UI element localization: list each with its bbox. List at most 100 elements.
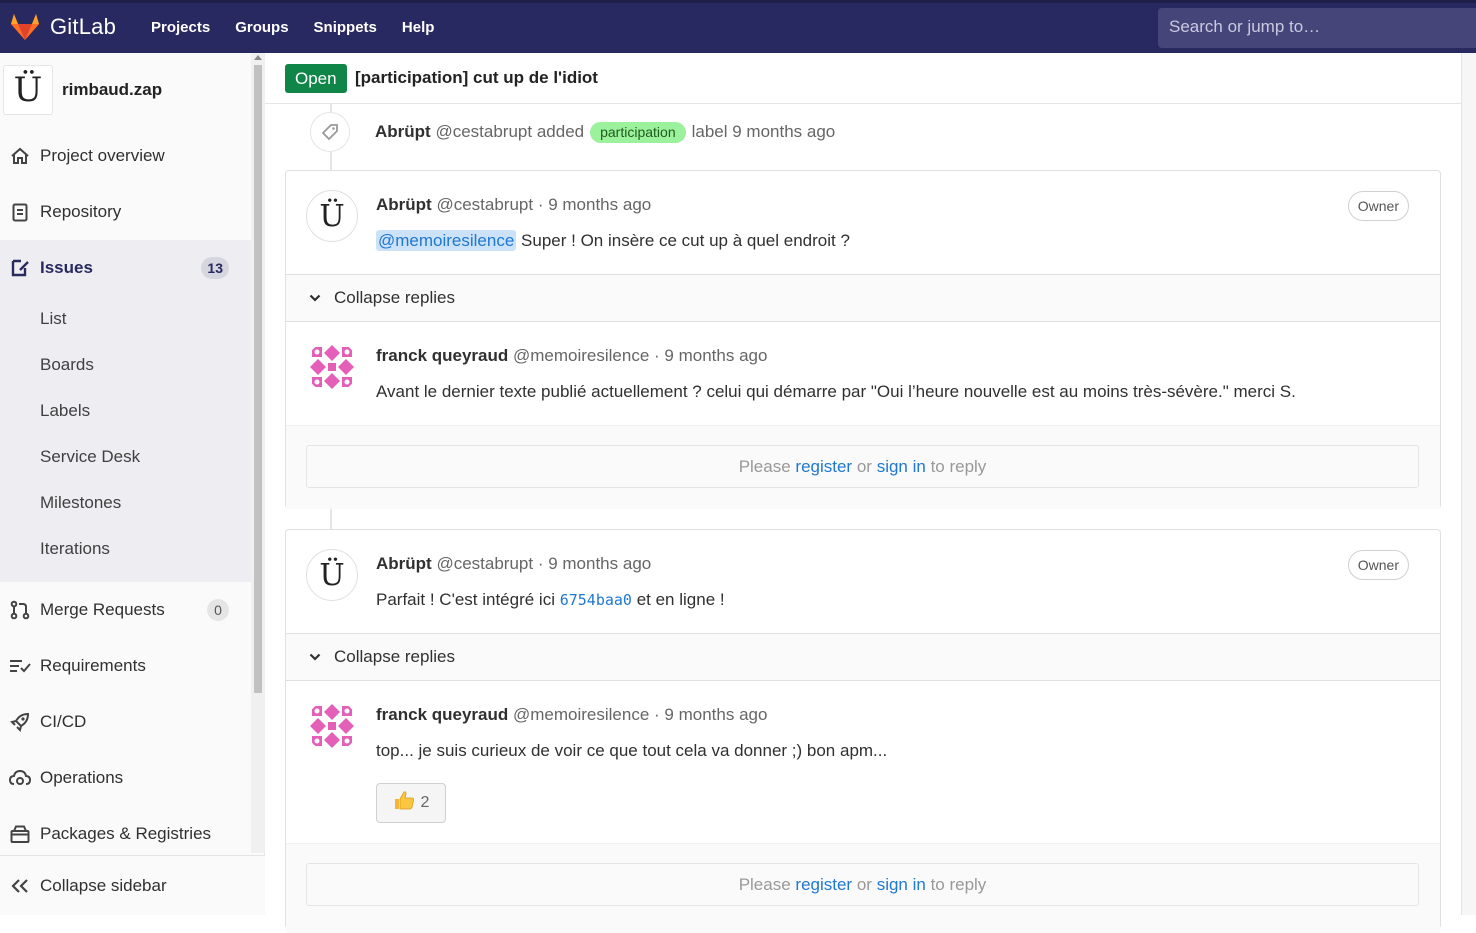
- label-badge[interactable]: participation: [590, 121, 686, 143]
- reply-prompt-text: or: [856, 874, 872, 894]
- note-author-handle[interactable]: @cestabrupt: [435, 122, 532, 142]
- sidebar-item-label: Requirements: [40, 656, 146, 675]
- sidebar-item-issues[interactable]: Issues 13: [0, 255, 251, 281]
- note-text: top... je suis curieux de voir ce que to…: [376, 741, 888, 760]
- note-body: @memoiresilence Super ! On insère ce cut…: [376, 230, 850, 251]
- reply-prompt-text: or: [856, 456, 872, 476]
- reply-placeholder-area: Please register or sign in to reply: [286, 425, 1440, 509]
- chevron-down-icon: [309, 294, 321, 302]
- reply-note: franck queyraud @memoiresilence · 9 mont…: [286, 322, 1440, 425]
- tag-icon: [310, 112, 350, 152]
- avatar[interactable]: [306, 341, 358, 393]
- sidebar-subitem-list[interactable]: List: [40, 309, 66, 329]
- reply-placeholder: Please register or sign in to reply: [306, 863, 1419, 906]
- nav-groups[interactable]: Groups: [235, 19, 288, 36]
- note-timestamp[interactable]: · 9 months ago: [654, 346, 767, 365]
- sidebar-item-project-overview[interactable]: Project overview: [0, 143, 251, 169]
- nav-projects[interactable]: Projects: [151, 19, 210, 36]
- nav-snippets[interactable]: Snippets: [314, 19, 377, 36]
- scroll-up-arrow-icon[interactable]: [254, 55, 262, 60]
- cloud-gear-icon: [9, 767, 31, 789]
- owner-badge: Owner: [1347, 550, 1409, 580]
- sidebar-item-label: CI/CD: [40, 712, 87, 731]
- sidebar-item-operations[interactable]: Operations: [0, 765, 251, 791]
- register-link[interactable]: register: [795, 875, 852, 895]
- note-text: Super ! On insère ce cut up à quel endro…: [521, 231, 850, 250]
- sign-in-link[interactable]: sign in: [877, 457, 926, 477]
- note-author-handle[interactable]: @memoiresilence: [513, 705, 649, 724]
- note-timestamp[interactable]: · 9 months ago: [654, 705, 767, 724]
- reply-placeholder-area: Please register or sign in to reply: [286, 843, 1440, 933]
- note-body: Parfait ! C'est intégré ici 6754baa0 et …: [376, 590, 725, 610]
- collapse-replies-button[interactable]: Collapse replies: [286, 633, 1440, 681]
- brand-name: GitLab: [50, 14, 117, 39]
- sidebar-item-merge-requests[interactable]: Merge Requests 0: [0, 597, 251, 623]
- reply-prompt-text: to reply: [930, 874, 987, 894]
- note-author-handle[interactable]: @cestabrupt: [436, 554, 533, 573]
- issue-status-badge: Open: [285, 64, 347, 93]
- note-author[interactable]: Abrüpt: [376, 554, 432, 573]
- note-text: Parfait ! C'est intégré ici: [376, 590, 555, 609]
- sidebar-subitem-milestones[interactable]: Milestones: [40, 493, 121, 513]
- reply-placeholder: Please register or sign in to reply: [306, 445, 1419, 488]
- project-header[interactable]: Ü rimbaud.zap: [0, 53, 251, 127]
- collapse-replies-button[interactable]: Collapse replies: [286, 274, 1440, 322]
- avatar[interactable]: Ü: [306, 190, 358, 242]
- collapse-replies-label: Collapse replies: [334, 288, 455, 307]
- nav-help[interactable]: Help: [402, 19, 435, 36]
- commit-link[interactable]: 6754baa0: [560, 591, 632, 609]
- user-mention[interactable]: @memoiresilence: [376, 230, 517, 251]
- sidebar-item-label: Repository: [40, 202, 122, 221]
- collapse-sidebar-label: Collapse sidebar: [40, 875, 167, 895]
- register-link[interactable]: register: [795, 457, 852, 477]
- sidebar-item-label: Project overview: [40, 146, 165, 165]
- project-sidebar: Ü rimbaud.zap Project overview Repositor…: [0, 53, 265, 915]
- project-name: rimbaud.zap: [62, 80, 163, 99]
- note-author[interactable]: Abrüpt: [375, 122, 431, 142]
- sidebar-subitem-iterations[interactable]: Iterations: [40, 539, 110, 559]
- avatar[interactable]: Ü: [306, 549, 358, 601]
- gitlab-home-link[interactable]: GitLab: [10, 13, 116, 41]
- reply-prompt-text: to reply: [930, 456, 987, 476]
- discussion-note: Ü Abrüpt @cestabrupt · 9 months ago Owne…: [286, 171, 1440, 274]
- owner-badge: Owner: [1347, 191, 1409, 221]
- issue-title: [participation] cut up de l'idiot: [355, 68, 598, 87]
- thumbs-up-award-button[interactable]: 2: [376, 783, 446, 823]
- search-input[interactable]: Search or jump to…: [1158, 8, 1476, 48]
- sidebar-subitem-service-desk[interactable]: Service Desk: [40, 447, 140, 467]
- note-author-handle[interactable]: @memoiresilence: [513, 346, 649, 365]
- sidebar-subitem-boards[interactable]: Boards: [40, 355, 94, 375]
- sign-in-link[interactable]: sign in: [877, 875, 926, 895]
- discussion-note: Ü Abrüpt @cestabrupt · 9 months ago Owne…: [286, 530, 1440, 633]
- note-timestamp[interactable]: · 9 months ago: [538, 554, 651, 573]
- merge-requests-count-badge: 0: [207, 599, 229, 621]
- sidebar-scroll-thumb[interactable]: [254, 65, 262, 693]
- note-action: added: [536, 122, 585, 141]
- note-text: Avant le dernier texte publié actuelleme…: [376, 382, 1296, 401]
- chevron-down-icon: [309, 653, 321, 661]
- doc-icon: [9, 201, 31, 223]
- avatar[interactable]: [306, 700, 358, 752]
- note-author[interactable]: franck queyraud: [376, 346, 508, 365]
- reply-note: franck queyraud @memoiresilence · 9 mont…: [286, 681, 1440, 843]
- discussion-thread: Ü Abrüpt @cestabrupt · 9 months ago Owne…: [285, 170, 1441, 509]
- issues-count-badge: 13: [201, 257, 229, 279]
- sidebar-item-packages-registries[interactable]: Packages & Registries: [0, 821, 251, 847]
- note-author[interactable]: franck queyraud: [376, 705, 508, 724]
- sidebar-item-label: Merge Requests: [40, 600, 165, 619]
- sidebar-item-repository[interactable]: Repository: [0, 199, 251, 225]
- sidebar-item-requirements[interactable]: Requirements: [0, 653, 251, 679]
- note-author[interactable]: Abrüpt: [376, 195, 432, 214]
- sidebar-scrollbar[interactable]: [251, 53, 265, 853]
- main-scrollbar[interactable]: [1461, 53, 1476, 915]
- collapse-sidebar-button[interactable]: Collapse sidebar: [0, 855, 265, 915]
- note-author-handle[interactable]: @cestabrupt: [436, 195, 533, 214]
- sidebar-item-ci-cd[interactable]: CI/CD: [0, 709, 251, 735]
- sidebar-subitem-labels[interactable]: Labels: [40, 401, 90, 421]
- thumbs-up-icon: [393, 790, 415, 816]
- note-timestamp[interactable]: · 9 months ago: [538, 195, 651, 214]
- collapse-replies-label: Collapse replies: [334, 647, 455, 666]
- issue-sticky-header: Open [participation] cut up de l'idiot: [265, 53, 1461, 104]
- sidebar-item-label: Packages & Registries: [40, 824, 212, 843]
- merge-request-icon: [9, 599, 31, 621]
